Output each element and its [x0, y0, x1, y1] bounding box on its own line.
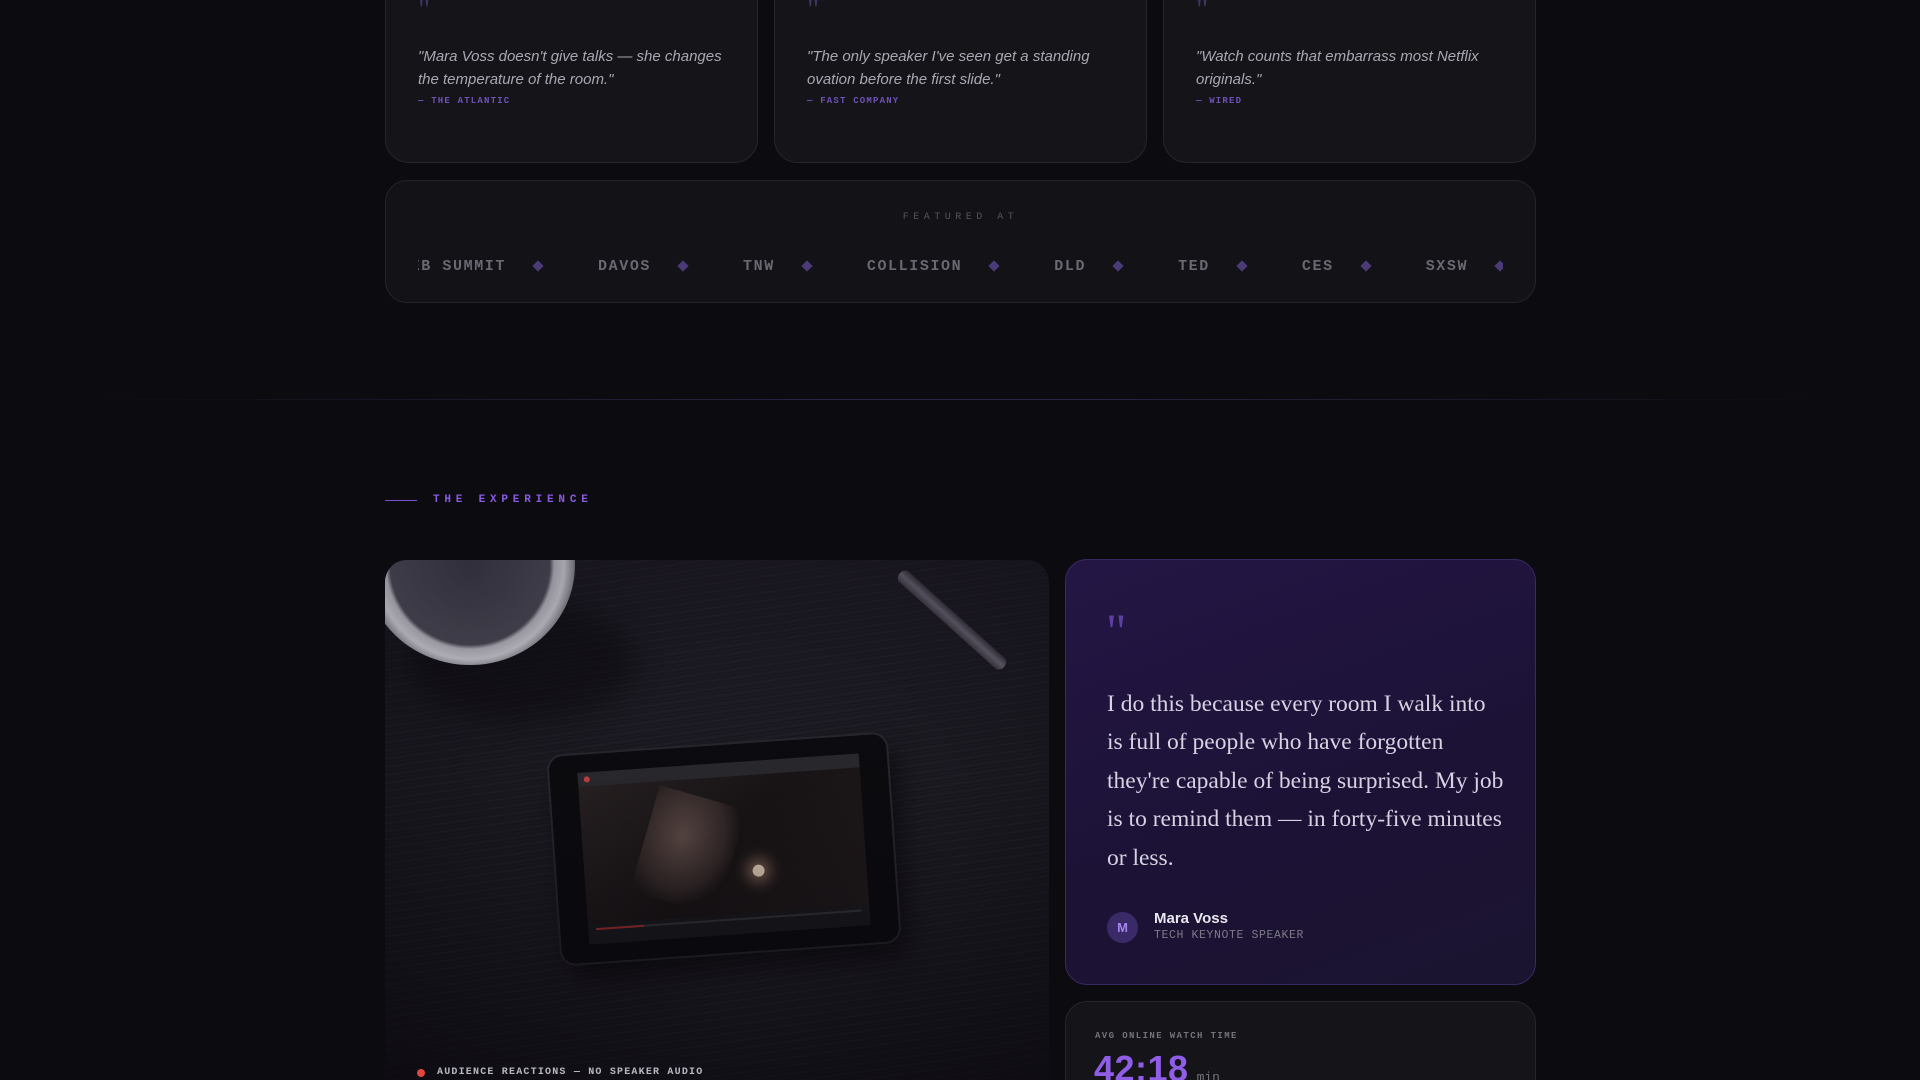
quote-mark-icon: "	[1196, 0, 1209, 26]
stat-value: 42:18	[1094, 1048, 1189, 1080]
author-details: Mara Voss TECH KEYNOTE SPEAKER	[1154, 910, 1304, 944]
venue-logo-web-summit: WEB SUMMIT	[418, 251, 598, 281]
diamond-icon	[1494, 260, 1503, 272]
featured-at-label: FEATURED AT	[902, 212, 1019, 223]
video-caption: AUDIENCE REACTIONS — NO SPEAKER AUDIO	[417, 1067, 703, 1078]
venue-logo-dld: DLD	[1054, 251, 1178, 281]
experience-section-label: THE EXPERIENCE	[385, 494, 593, 506]
avatar: M	[1107, 911, 1138, 943]
press-quote-text: "Mara Voss doesn't give talks — she chan…	[418, 48, 722, 88]
pen-image	[895, 567, 1009, 673]
tablet-video-figure	[629, 785, 747, 916]
venue-logo-ces: CES	[1302, 251, 1426, 281]
cup-shadow	[405, 600, 635, 720]
featured-at-panel: FEATURED AT WEB SUMMIT DAVOS TNW COLLISI…	[385, 180, 1536, 303]
section-label-line	[385, 499, 417, 501]
press-quotes-row: " "Mara Voss doesn't give talks — she ch…	[385, 0, 1536, 163]
quote-author: M Mara Voss TECH KEYNOTE SPEAKER	[1107, 910, 1304, 944]
diamond-icon	[1112, 260, 1124, 272]
author-role: TECH KEYNOTE SPEAKER	[1154, 929, 1305, 942]
tablet-app-bar	[577, 753, 860, 788]
press-quote-text: "Watch counts that embarrass most Netfli…	[1196, 48, 1479, 88]
tablet-image	[548, 733, 900, 965]
speaker-quote-text: I do this because every room I walk into…	[1107, 691, 1504, 871]
speaker-quote-card: " I do this because every room I walk in…	[1065, 559, 1536, 985]
venue-name: WEB SUMMIT	[418, 257, 507, 275]
diamond-icon	[801, 260, 813, 272]
venue-logo-davos: DAVOS	[598, 251, 743, 281]
press-quote-source: — THE ATLANTIC	[418, 96, 511, 106]
quote-mark-icon: "	[418, 0, 431, 26]
press-quote-source: — WIRED	[1196, 96, 1243, 106]
venue-name: CES	[1301, 257, 1334, 275]
section-divider	[100, 399, 1820, 400]
section-label-text: THE EXPERIENCE	[433, 494, 593, 506]
coffee-cup-image	[385, 560, 575, 665]
venue-logo-sxsw: SXSW	[1426, 251, 1503, 281]
venue-name: SXSW	[1425, 257, 1469, 275]
venue-track: WEB SUMMIT DAVOS TNW COLLISION DLD TED C…	[418, 251, 1503, 281]
tablet-progress-track	[596, 909, 862, 931]
venue-name: COLLISION	[866, 257, 963, 275]
tablet-screen	[577, 753, 871, 945]
tablet-controls	[587, 905, 871, 945]
diamond-icon	[1236, 260, 1248, 272]
stat-unit: min	[1196, 1070, 1220, 1080]
press-quote-card: " "The only speaker I've seen get a stan…	[774, 0, 1147, 163]
diamond-icon	[532, 260, 544, 272]
quote-mark-icon: "	[1106, 603, 1127, 659]
tablet-progress-fill	[596, 924, 645, 931]
venue-logo-tnw: TNW	[743, 251, 867, 281]
venue-logo-ted: TED	[1178, 251, 1302, 281]
watch-time-stat-card: AVG ONLINE WATCH TIME 42:18 min	[1065, 1001, 1536, 1080]
stat-label: AVG ONLINE WATCH TIME	[1095, 1031, 1238, 1041]
venue-logo-collision: COLLISION	[867, 251, 1054, 281]
stat-value-group: 42:18 min	[1094, 1048, 1220, 1080]
diamond-icon	[677, 260, 689, 272]
record-icon	[583, 776, 591, 783]
venue-marquee: WEB SUMMIT DAVOS TNW COLLISION DLD TED C…	[418, 251, 1503, 281]
quote-mark-icon: "	[807, 0, 820, 26]
diamond-icon	[1360, 260, 1372, 272]
venue-name: DLD	[1054, 257, 1087, 275]
video-caption-text: AUDIENCE REACTIONS — NO SPEAKER AUDIO	[437, 1067, 704, 1078]
press-quote-card: " "Watch counts that embarrass most Netf…	[1163, 0, 1536, 163]
press-quote-source: — FAST COMPANY	[807, 96, 900, 106]
press-quote-card: " "Mara Voss doesn't give talks — she ch…	[385, 0, 758, 163]
venue-name: TNW	[743, 257, 775, 275]
diamond-icon	[988, 260, 1000, 272]
tablet-light-glow	[752, 864, 765, 878]
page: " "Mara Voss doesn't give talks — she ch…	[0, 0, 1920, 1080]
venue-name: DAVOS	[598, 257, 652, 275]
author-name: Mara Voss	[1154, 910, 1228, 927]
audience-video-player[interactable]: AUDIENCE REACTIONS — NO SPEAKER AUDIO	[385, 560, 1049, 1080]
venue-name: TED	[1178, 257, 1210, 275]
live-dot-icon	[417, 1068, 425, 1077]
press-quote-text: "The only speaker I've seen get a standi…	[807, 48, 1090, 88]
